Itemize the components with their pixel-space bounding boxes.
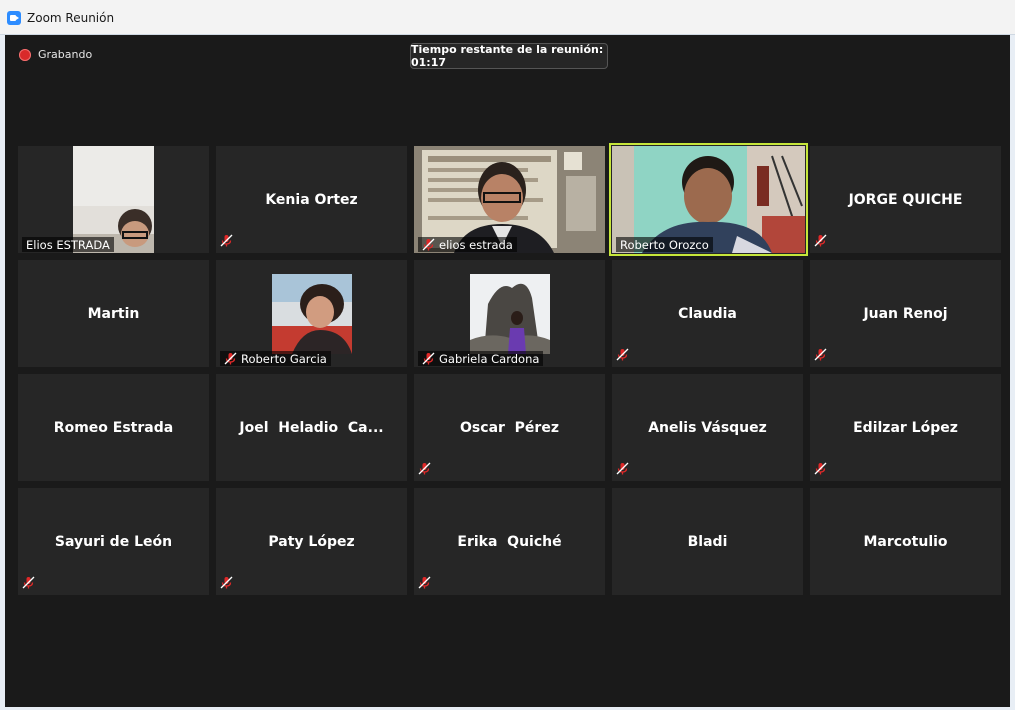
- recording-indicator[interactable]: Grabando: [19, 48, 92, 61]
- participant-tile-12[interactable]: Oscar Pérez: [414, 374, 605, 481]
- participant-label: Elios ESTRADA: [22, 237, 114, 252]
- participant-name: Romeo Estrada: [53, 419, 174, 436]
- participant-tile-7[interactable]: Gabriela Cardona: [414, 260, 605, 367]
- participant-tile-4[interactable]: JORGE QUICHE: [810, 146, 1001, 253]
- zoom-app-icon: [7, 11, 21, 25]
- participant-name: JORGE QUICHE: [848, 191, 963, 208]
- participant-name: Edilzar López: [853, 419, 958, 436]
- participant-tile-17[interactable]: Erika Quiché: [414, 488, 605, 595]
- participant-name: Roberto Orozco: [620, 237, 709, 252]
- participant-name: elios estrada: [439, 237, 513, 252]
- participant-name: Kenia Ortez: [265, 191, 358, 208]
- muted-mic-icon: [814, 460, 827, 479]
- participant-tile-9[interactable]: Juan Renoj: [810, 260, 1001, 367]
- muted-mic-icon: [814, 232, 827, 251]
- muted-mic-icon: [22, 574, 35, 593]
- muted-mic-icon: [422, 238, 435, 251]
- participant-tile-18[interactable]: Bladi: [612, 488, 803, 595]
- participant-tile-5[interactable]: Martin: [18, 260, 209, 367]
- window-title: Zoom Reunión: [27, 11, 115, 25]
- meeting-time-remaining: Tiempo restante de la reunión: 01:17: [410, 43, 608, 69]
- participant-tile-19[interactable]: Marcotulio: [810, 488, 1001, 595]
- muted-mic-icon: [418, 460, 431, 479]
- participant-name: Martin: [87, 305, 140, 322]
- participant-tile-16[interactable]: Paty López: [216, 488, 407, 595]
- muted-mic-icon: [616, 460, 629, 479]
- record-icon: [19, 48, 31, 61]
- participant-tile-14[interactable]: Edilzar López: [810, 374, 1001, 481]
- participant-label: Roberto Garcia: [220, 351, 331, 366]
- muted-mic-icon: [616, 346, 629, 365]
- participant-name: Erika Quiché: [457, 533, 562, 550]
- muted-mic-icon: [224, 352, 237, 365]
- participant-tile-15[interactable]: Sayuri de León: [18, 488, 209, 595]
- muted-mic-icon: [220, 232, 233, 251]
- participant-tile-11[interactable]: Joel Heladio Ca...: [216, 374, 407, 481]
- muted-mic-icon: [220, 574, 233, 593]
- participant-label: Gabriela Cardona: [418, 351, 544, 366]
- meeting-gallery: Grabando Tiempo restante de la reunión: …: [5, 35, 1010, 707]
- window-titlebar: Zoom Reunión: [0, 0, 1015, 35]
- participant-tile-6[interactable]: Roberto Garcia: [216, 260, 407, 367]
- participant-name: Roberto Garcia: [241, 351, 327, 366]
- participant-name: Marcotulio: [863, 533, 948, 550]
- participant-label: elios estrada: [418, 237, 517, 252]
- participant-tile-13[interactable]: Anelis Vásquez: [612, 374, 803, 481]
- muted-mic-icon: [422, 352, 435, 365]
- participant-label: Roberto Orozco: [616, 237, 713, 252]
- participant-tile-8[interactable]: Claudia: [612, 260, 803, 367]
- participant-name: Paty López: [268, 533, 355, 550]
- muted-mic-icon: [814, 346, 827, 365]
- participant-tile-0[interactable]: Elios ESTRADA: [18, 146, 209, 253]
- participant-name: Joel Heladio Ca...: [239, 419, 384, 436]
- participant-name: Gabriela Cardona: [439, 351, 540, 366]
- participant-photo: [470, 274, 550, 354]
- participant-name: Oscar Pérez: [460, 419, 559, 436]
- participant-name: Bladi: [687, 533, 728, 550]
- participant-tile-3-active-speaker[interactable]: Roberto Orozco: [609, 143, 808, 256]
- participant-tile-2[interactable]: elios estrada: [414, 146, 605, 253]
- participant-name: Elios ESTRADA: [26, 237, 110, 252]
- muted-mic-icon: [418, 574, 431, 593]
- recording-label: Grabando: [38, 48, 93, 61]
- participant-tile-1[interactable]: Kenia Ortez: [216, 146, 407, 253]
- participant-name: Claudia: [678, 305, 737, 322]
- participant-name: Juan Renoj: [863, 305, 948, 322]
- participant-name: Anelis Vásquez: [648, 419, 767, 436]
- participant-tile-10[interactable]: Romeo Estrada: [18, 374, 209, 481]
- participant-photo: [272, 274, 352, 354]
- participant-name: Sayuri de León: [54, 533, 173, 550]
